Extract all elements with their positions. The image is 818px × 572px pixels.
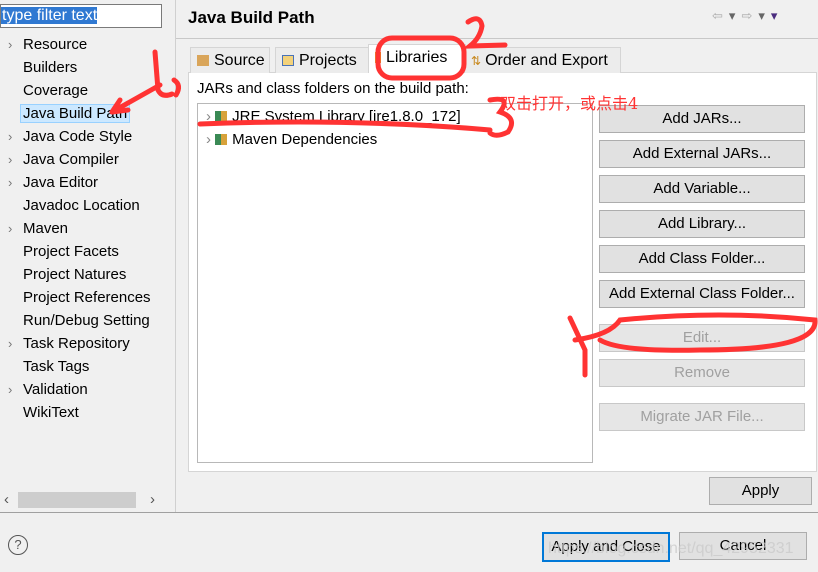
chevron-right-icon[interactable]: › bbox=[8, 218, 23, 239]
library-list[interactable]: › JRE System Library [jre1.8.0_172] › Ma… bbox=[197, 103, 593, 463]
sidebar-item[interactable]: Project Natures bbox=[8, 264, 126, 285]
sidebar-item[interactable]: › Java Code Style bbox=[8, 126, 132, 147]
tab-order-and-export[interactable]: ⇅ Order and Export bbox=[464, 47, 621, 73]
sidebar-item-label: Validation bbox=[23, 381, 88, 398]
chevron-right-icon[interactable]: › bbox=[206, 108, 211, 125]
sidebar-item-label: Java Code Style bbox=[23, 128, 133, 145]
sidebar-item[interactable]: Java Build Path bbox=[8, 103, 131, 124]
add-external-class-folder-button[interactable]: Add External Class Folder... bbox=[599, 280, 805, 308]
sidebar-item[interactable]: › Validation bbox=[8, 379, 88, 400]
chevron-right-icon[interactable]: › bbox=[8, 34, 23, 55]
sidebar-item[interactable]: Javadoc Location bbox=[8, 195, 140, 216]
sidebar-item-label: Project References bbox=[23, 289, 151, 306]
chevron-right-icon[interactable]: › bbox=[206, 131, 211, 148]
sidebar-item[interactable]: WikiText bbox=[8, 402, 79, 423]
add-library-button[interactable]: Add Library... bbox=[599, 210, 805, 238]
sidebar-item[interactable]: › Java Compiler bbox=[8, 149, 119, 170]
back-icon[interactable]: ⇦ bbox=[712, 8, 729, 23]
scrollbar-thumb[interactable] bbox=[18, 492, 136, 508]
chevron-right-icon[interactable]: › bbox=[8, 172, 23, 193]
help-icon[interactable]: ? bbox=[8, 535, 28, 555]
back-menu-icon[interactable]: ▾ bbox=[729, 8, 742, 23]
library-icon bbox=[215, 111, 228, 122]
apply-button[interactable]: Apply bbox=[709, 477, 812, 505]
chevron-right-icon[interactable]: › bbox=[8, 149, 23, 170]
nav-arrows[interactable]: ⇦▾⇨▾▾ bbox=[712, 8, 783, 24]
sidebar-item-label: Coverage bbox=[23, 82, 89, 99]
sidebar-item-label: Javadoc Location bbox=[23, 197, 140, 214]
sidebar-item-label: Java Editor bbox=[23, 174, 99, 191]
sidebar-item-label: Run/Debug Setting bbox=[23, 312, 150, 329]
forward-icon[interactable]: ⇨ bbox=[741, 8, 758, 23]
sidebar-item[interactable]: Run/Debug Setting bbox=[8, 310, 150, 331]
tab-projects[interactable]: Projects bbox=[275, 47, 372, 73]
sidebar-item[interactable]: › Task Repository bbox=[8, 333, 130, 354]
sidebar-item-label: Resource bbox=[23, 36, 88, 53]
source-icon bbox=[197, 55, 209, 66]
list-item-jre[interactable]: › JRE System Library [jre1.8.0_172] bbox=[206, 108, 461, 125]
sidebar-item-label: Task Tags bbox=[23, 358, 90, 375]
chevron-right-icon[interactable]: › bbox=[8, 333, 23, 354]
annotation-mark-2 bbox=[462, 16, 508, 49]
list-item-maven[interactable]: › Maven Dependencies bbox=[206, 131, 377, 148]
sidebar-item-label: Java Build Path bbox=[20, 104, 131, 123]
scroll-right-icon[interactable]: › bbox=[150, 491, 155, 508]
add-variable-button[interactable]: Add Variable... bbox=[599, 175, 805, 203]
divider bbox=[0, 512, 818, 513]
folder-icon bbox=[282, 55, 294, 66]
remove-button[interactable]: Remove bbox=[599, 359, 805, 387]
edit-button[interactable]: Edit... bbox=[599, 324, 805, 352]
page-title: Java Build Path bbox=[188, 8, 315, 27]
filter-input[interactable]: type filter text bbox=[0, 4, 162, 28]
sidebar-item[interactable]: Builders bbox=[8, 57, 77, 78]
annotation-text: 双击打开，或点击4 bbox=[500, 94, 639, 113]
library-icon bbox=[215, 134, 228, 145]
divider bbox=[176, 38, 818, 39]
watermark: https://blog.csdn.net/qq_42952331 bbox=[548, 540, 794, 557]
sidebar-item-label: Java Compiler bbox=[23, 151, 119, 168]
sidebar-item[interactable]: Coverage bbox=[8, 80, 88, 101]
sidebar-item-label: Project Natures bbox=[23, 266, 127, 283]
sidebar-item[interactable]: › Resource bbox=[8, 34, 87, 55]
add-external-jars-button[interactable]: Add External JARs... bbox=[599, 140, 805, 168]
sidebar-item[interactable]: Task Tags bbox=[8, 356, 89, 377]
sidebar-item-label: WikiText bbox=[23, 404, 79, 421]
sidebar-item-label: Maven bbox=[23, 220, 69, 237]
sidebar-item-label: Task Repository bbox=[23, 335, 130, 352]
view-menu-icon[interactable]: ▾ bbox=[771, 8, 784, 23]
sidebar-item[interactable]: › Java Editor bbox=[8, 172, 98, 193]
sidebar-divider[interactable] bbox=[175, 0, 176, 512]
library-icon bbox=[375, 52, 381, 63]
sidebar-item[interactable]: Project Facets bbox=[8, 241, 119, 262]
horizontal-scrollbar[interactable]: ‹ › bbox=[0, 490, 170, 510]
sidebar-item[interactable]: › Maven bbox=[8, 218, 68, 239]
sidebar-item-label: Builders bbox=[23, 59, 78, 76]
libraries-caption: JARs and class folders on the build path… bbox=[197, 80, 469, 97]
scroll-left-icon[interactable]: ‹ bbox=[4, 491, 9, 508]
tab-libraries[interactable]: Libraries bbox=[368, 44, 466, 73]
order-icon: ⇅ bbox=[471, 54, 482, 68]
forward-menu-icon[interactable]: ▾ bbox=[758, 8, 771, 23]
chevron-right-icon[interactable]: › bbox=[8, 379, 23, 400]
migrate-jar-button[interactable]: Migrate JAR File... bbox=[599, 403, 805, 431]
chevron-right-icon[interactable]: › bbox=[8, 126, 23, 147]
sidebar-item[interactable]: Project References bbox=[8, 287, 151, 308]
add-class-folder-button[interactable]: Add Class Folder... bbox=[599, 245, 805, 273]
tab-source[interactable]: Source bbox=[190, 47, 270, 73]
sidebar-item-label: Project Facets bbox=[23, 243, 119, 260]
